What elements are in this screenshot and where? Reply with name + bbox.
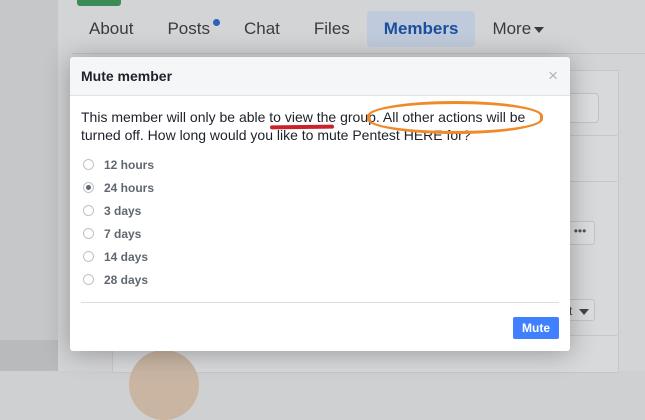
tabs-divider [72, 53, 645, 54]
notification-dot [212, 19, 220, 26]
red-underline-annotation [269, 124, 335, 130]
radio-button-selected[interactable] [83, 182, 94, 193]
option-label: 3 days [104, 203, 142, 218]
radio-button[interactable] [83, 159, 94, 170]
tab-more[interactable]: More [475, 11, 561, 47]
caret-down-icon [534, 26, 545, 33]
tab-posts[interactable]: Posts [150, 11, 227, 47]
duration-option-12-hours[interactable]: 12 hours [83, 153, 154, 176]
orange-circle-annotation [367, 101, 543, 134]
group-tab-bar: About Posts Chat Files Members More [72, 6, 645, 52]
tab-more-label: More [492, 19, 532, 38]
tab-chat[interactable]: Chat [227, 11, 297, 47]
radio-button[interactable] [83, 274, 94, 285]
mute-member-dialog: Mute member × This member will only be a… [70, 57, 570, 351]
duration-option-24-hours[interactable]: 24 hours [83, 176, 154, 199]
duration-option-14-days[interactable]: 14 days [83, 245, 154, 268]
caret-down-icon [578, 308, 589, 315]
mute-button[interactable]: Mute [513, 317, 559, 339]
mute-duration-options: 12 hours 24 hours 3 days 7 days 14 days … [83, 153, 154, 291]
radio-button[interactable] [83, 205, 94, 216]
radio-button[interactable] [83, 228, 94, 239]
radio-button[interactable] [83, 251, 94, 262]
duration-option-3-days[interactable]: 3 days [83, 199, 154, 222]
duration-option-28-days[interactable]: 28 days [83, 268, 154, 291]
tab-posts-label: Posts [167, 19, 210, 38]
tab-members[interactable]: Members [366, 11, 476, 47]
dialog-header: Mute member × [70, 57, 570, 96]
option-label: 24 hours [104, 180, 155, 195]
option-label: 7 days [104, 226, 142, 241]
dialog-footer-divider [81, 302, 559, 303]
option-label: 28 days [104, 272, 149, 287]
tab-about[interactable]: About [72, 11, 150, 47]
dialog-title: Mute member [81, 68, 173, 84]
option-label: 14 days [104, 249, 149, 264]
tab-files[interactable]: Files [297, 11, 367, 47]
left-sidebar [0, 0, 58, 371]
close-icon[interactable]: × [548, 66, 558, 86]
left-sidebar-footer [0, 340, 58, 371]
option-label: 12 hours [104, 157, 155, 172]
duration-option-7-days[interactable]: 7 days [83, 222, 154, 245]
avatar [129, 350, 199, 420]
